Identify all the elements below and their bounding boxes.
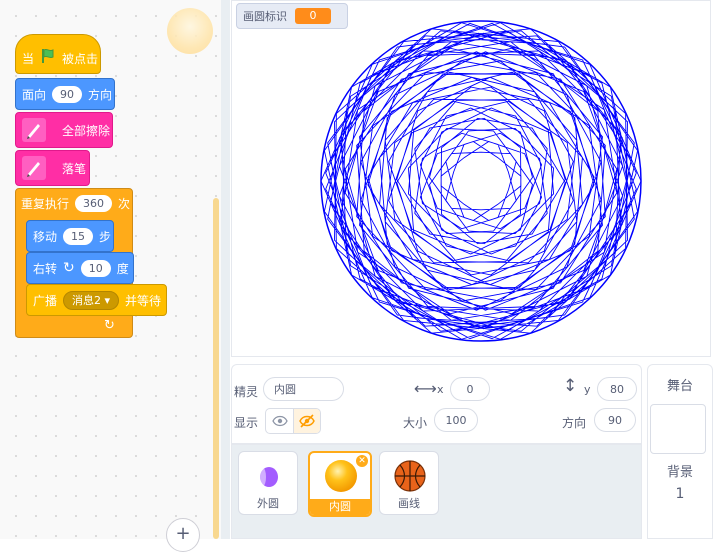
point-direction-label: 面向 xyxy=(22,87,47,102)
hat-label-clicked: 被点击 xyxy=(62,52,99,66)
x-label: x xyxy=(437,383,444,396)
monitor-label: 画圆标识 xyxy=(243,10,287,23)
sprite-tile-selected[interactable]: ✕ 内圆 xyxy=(308,451,372,517)
pen-icon xyxy=(22,118,46,142)
zoom-in-button[interactable]: + xyxy=(166,518,200,552)
sprite-tile-label: 内圆 xyxy=(310,499,370,515)
broadcast-and-wait-block[interactable]: 广播 消息2 ▾ 并等待 xyxy=(26,284,167,316)
message-dropdown-value: 消息2 xyxy=(72,293,102,307)
pen-icon xyxy=(22,156,46,180)
code-area-scrollbar[interactable] xyxy=(213,198,219,539)
move-label: 移动 xyxy=(33,229,58,244)
repeat-suffix: 次 xyxy=(118,196,131,211)
spirograph-drawing xyxy=(320,20,642,342)
repeat-loop-arrow-icon: ↻ xyxy=(104,318,115,333)
message-dropdown[interactable]: 消息2 ▾ xyxy=(63,290,120,310)
hat-label-when: 当 xyxy=(22,52,35,66)
when-flag-clicked-block[interactable]: 当 被点击 xyxy=(15,34,101,74)
sprite-tile-label: 外圆 xyxy=(257,497,279,510)
pen-clear-block[interactable]: 全部擦除 xyxy=(15,112,113,148)
repeat-header: 重复执行 360 次 xyxy=(15,188,133,218)
direction-label: 方向 xyxy=(562,416,587,430)
backdrop-label: 背景 xyxy=(666,465,693,480)
repeat-count-input[interactable]: 360 xyxy=(75,194,113,212)
turn-label: 右转 xyxy=(33,261,58,276)
pen-down-block[interactable]: 落笔 xyxy=(15,150,90,186)
move-suffix: 步 xyxy=(99,229,112,244)
sprite-tile[interactable]: 外圆 xyxy=(238,451,298,515)
green-flag-icon xyxy=(40,48,56,67)
sprite-tile[interactable]: 画线 xyxy=(379,451,439,515)
point-in-direction-block[interactable]: 面向 90 方向 xyxy=(15,78,115,110)
y-position-arrows-icon: ↕ xyxy=(563,376,578,396)
sprite-tile-label: 画线 xyxy=(398,497,420,510)
sprite-label: 精灵 xyxy=(234,385,259,399)
x-input[interactable]: 0 xyxy=(450,377,490,401)
stage-panel-title: 舞台 xyxy=(666,379,693,394)
eye-icon xyxy=(271,415,288,427)
x-position-arrows-icon: ⟷ xyxy=(414,379,437,398)
pen-down-label: 落笔 xyxy=(62,161,87,176)
show-label: 显示 xyxy=(234,416,259,430)
stage-thumbnail[interactable] xyxy=(650,404,706,454)
y-input[interactable]: 80 xyxy=(597,377,637,401)
sprite-name-input[interactable]: 内圆 xyxy=(263,377,344,401)
y-label: y xyxy=(584,383,591,396)
broadcast-label: 广播 xyxy=(33,293,58,308)
purple-ellipse-icon xyxy=(260,467,278,487)
pane-divider xyxy=(221,0,230,539)
size-label: 大小 xyxy=(403,416,428,430)
rotate-right-icon: ↻ xyxy=(63,260,75,276)
turn-suffix: 度 xyxy=(116,261,129,276)
show-button[interactable] xyxy=(266,409,293,433)
zoom-in-icon: + xyxy=(175,523,191,544)
move-steps-block[interactable]: 移动 15 步 xyxy=(26,220,114,252)
orange-ball-icon xyxy=(325,460,357,492)
backdrop-count: 1 xyxy=(675,486,685,502)
hide-button[interactable] xyxy=(293,409,320,433)
pen-clear-label: 全部擦除 xyxy=(62,123,111,138)
repeat-label: 重复执行 xyxy=(21,196,70,211)
spirograph-lines xyxy=(320,22,642,340)
size-input[interactable]: 100 xyxy=(434,408,478,432)
direction-input[interactable]: 90 xyxy=(52,85,83,103)
degrees-input[interactable]: 10 xyxy=(80,259,111,277)
sprite-preview-icon xyxy=(167,8,213,54)
delete-sprite-icon[interactable]: ✕ xyxy=(356,455,368,467)
broadcast-suffix: 并等待 xyxy=(125,293,162,308)
chevron-down-icon: ▾ xyxy=(104,293,111,307)
point-direction-suffix: 方向 xyxy=(88,87,113,102)
turn-right-block[interactable]: 右转 ↻ 10 度 xyxy=(26,252,134,284)
basketball-icon xyxy=(394,460,426,492)
steps-input[interactable]: 15 xyxy=(63,227,94,245)
direction-input-field[interactable]: 90 xyxy=(594,408,636,432)
eye-slash-icon xyxy=(299,414,315,428)
